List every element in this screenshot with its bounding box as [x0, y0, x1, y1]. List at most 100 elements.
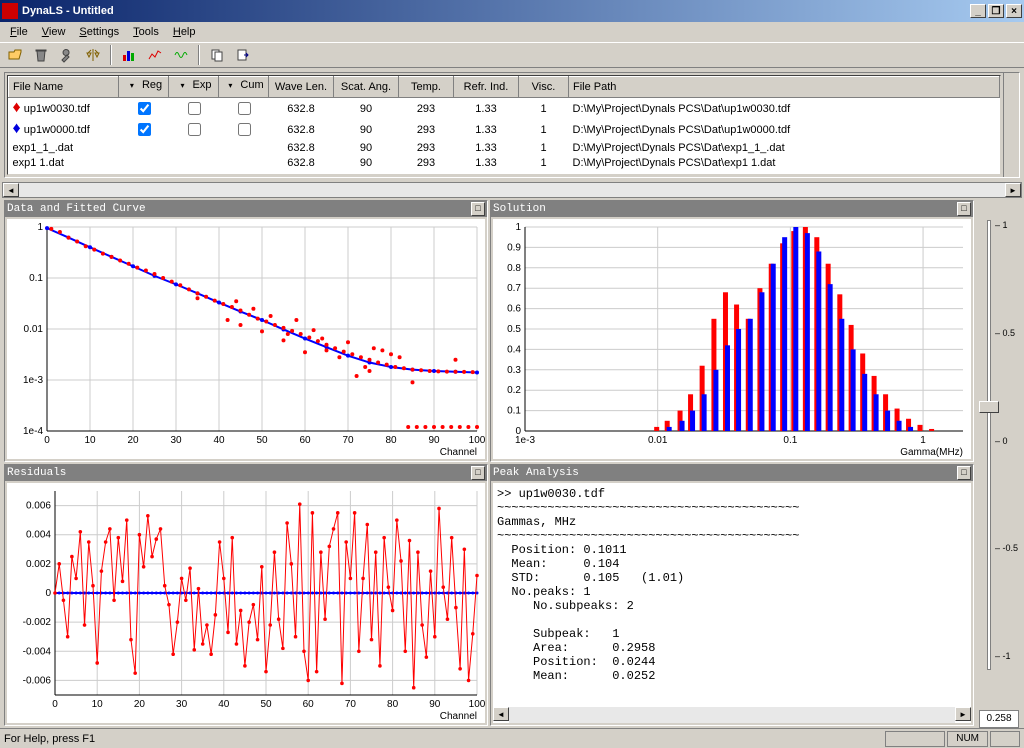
slider-value: 0.258	[979, 710, 1019, 728]
close-button[interactable]: ×	[1006, 4, 1022, 18]
app-icon	[2, 3, 18, 19]
svg-text:50: 50	[260, 699, 272, 710]
svg-text:40: 40	[213, 435, 225, 446]
svg-text:90: 90	[429, 699, 441, 710]
col-exp[interactable]: ▾ Exp	[169, 77, 219, 98]
chart-wave-icon[interactable]	[170, 44, 192, 66]
open-icon[interactable]	[4, 44, 26, 66]
slider-panel: – 1– 0.5– 0– -0.5– -1 0.258	[978, 200, 1020, 728]
maximize-icon[interactable]: □	[471, 466, 485, 480]
svg-text:10: 10	[84, 435, 96, 446]
col-wavelen[interactable]: Wave Len.	[269, 77, 334, 98]
peak-text: >> up1w0030.tdf ~~~~~~~~~~~~~~~~~~~~~~~~…	[493, 483, 971, 687]
svg-text:0: 0	[45, 588, 51, 599]
file-table[interactable]: File Name ▾ Reg ▾ Exp ▾ Cum Wave Len. Sc…	[8, 76, 1000, 170]
menu-tools[interactable]: Tools	[127, 24, 165, 40]
slider-thumb[interactable]	[979, 401, 999, 413]
menu-view[interactable]: View	[36, 24, 72, 40]
svg-text:20: 20	[134, 699, 146, 710]
svg-text:1e-3: 1e-3	[23, 375, 43, 386]
svg-text:0.5: 0.5	[507, 324, 521, 335]
statusbar: For Help, press F1 NUM	[0, 728, 1024, 748]
svg-text:Channel: Channel	[440, 711, 477, 722]
svg-text:0.3: 0.3	[507, 365, 521, 376]
svg-text:0.1: 0.1	[783, 435, 797, 446]
titlebar: DynaLS - Untitled _ ❐ ×	[0, 0, 1024, 22]
restore-button[interactable]: ❐	[988, 4, 1004, 18]
svg-text:30: 30	[170, 435, 182, 446]
svg-text:0.7: 0.7	[507, 283, 521, 294]
file-table-vscroll[interactable]	[1003, 73, 1019, 177]
svg-text:60: 60	[303, 699, 315, 710]
svg-text:100: 100	[469, 435, 485, 446]
svg-text:0.004: 0.004	[26, 530, 51, 541]
col-filepath[interactable]: File Path	[569, 77, 1000, 98]
peak-title: Peak Analysis	[493, 467, 957, 479]
peak-hscroll[interactable]: ◄►	[493, 707, 971, 723]
export-icon[interactable]	[232, 44, 254, 66]
svg-text:10: 10	[92, 699, 104, 710]
chart-line-icon[interactable]	[144, 44, 166, 66]
svg-text:70: 70	[345, 699, 357, 710]
svg-text:0.6: 0.6	[507, 304, 521, 315]
col-cum[interactable]: ▾ Cum	[219, 77, 269, 98]
fitted-panel: Data and Fitted Curve□ 01020304050607080…	[4, 200, 488, 462]
slider-scale[interactable]: – 1– 0.5– 0– -0.5– -1	[979, 220, 1019, 710]
minimize-button[interactable]: _	[970, 4, 986, 18]
svg-text:0.01: 0.01	[24, 324, 44, 335]
col-visc[interactable]: Visc.	[519, 77, 569, 98]
maximize-icon[interactable]: □	[471, 202, 485, 216]
svg-text:60: 60	[299, 435, 311, 446]
menu-settings[interactable]: Settings	[73, 24, 125, 40]
svg-text:0.4: 0.4	[507, 344, 521, 355]
delete-icon[interactable]	[30, 44, 52, 66]
svg-text:1e-4: 1e-4	[23, 426, 43, 437]
copy-icon[interactable]	[206, 44, 228, 66]
svg-text:90: 90	[428, 435, 440, 446]
col-refr[interactable]: Refr. Ind.	[454, 77, 519, 98]
svg-text:Gamma(MHz): Gamma(MHz)	[900, 447, 963, 458]
residuals-title: Residuals	[7, 467, 471, 479]
solution-panel: Solution□ 1e-30.010.1100.10.20.30.40.50.…	[490, 200, 974, 462]
svg-text:0.01: 0.01	[648, 435, 668, 446]
svg-text:-0.004: -0.004	[23, 646, 52, 657]
menubar: File View Settings Tools Help	[0, 22, 1024, 42]
svg-text:20: 20	[127, 435, 139, 446]
svg-text:1: 1	[37, 222, 43, 233]
svg-text:80: 80	[385, 435, 397, 446]
maximize-icon[interactable]: □	[957, 202, 971, 216]
table-row[interactable]: ♦ up1w0030.tdf 632.890293 1.331D:\My\Pro…	[9, 98, 1000, 120]
svg-text:0: 0	[52, 699, 58, 710]
svg-text:0.1: 0.1	[29, 273, 43, 284]
svg-text:30: 30	[176, 699, 188, 710]
svg-text:0.2: 0.2	[507, 385, 521, 396]
table-row[interactable]: exp1_1_.dat 632.890293 1.331D:\My\Projec…	[9, 140, 1000, 155]
svg-text:Channel: Channel	[440, 447, 477, 458]
svg-text:100: 100	[469, 699, 485, 710]
svg-text:0.002: 0.002	[26, 559, 51, 570]
menu-help[interactable]: Help	[167, 24, 202, 40]
col-temp[interactable]: Temp.	[399, 77, 454, 98]
col-filename[interactable]: File Name	[9, 77, 119, 98]
solution-title: Solution	[493, 203, 957, 215]
table-row[interactable]: ♦ up1w0000.tdf 632.890293 1.331D:\My\Pro…	[9, 119, 1000, 140]
chart-bars-icon[interactable]	[118, 44, 140, 66]
svg-text:0: 0	[44, 435, 50, 446]
file-table-hscroll[interactable]: ◄►	[2, 182, 1022, 198]
col-scatang[interactable]: Scat. Ang.	[334, 77, 399, 98]
svg-text:40: 40	[218, 699, 230, 710]
peak-panel: Peak Analysis□ >> up1w0030.tdf ~~~~~~~~~…	[490, 464, 974, 726]
svg-text:0.006: 0.006	[26, 501, 51, 512]
maximize-icon[interactable]: □	[957, 466, 971, 480]
svg-text:-0.006: -0.006	[23, 675, 52, 686]
col-reg[interactable]: ▾ Reg	[119, 77, 169, 98]
balance-icon[interactable]	[82, 44, 104, 66]
residuals-plot[interactable]: 0102030405060708090100-0.006-0.004-0.002…	[7, 483, 485, 723]
solution-plot[interactable]: 1e-30.010.1100.10.20.30.40.50.60.70.80.9…	[493, 219, 971, 459]
table-row[interactable]: exp1 1.dat 632.890293 1.331D:\My\Project…	[9, 155, 1000, 170]
fitted-plot[interactable]: 01020304050607080901001e-41e-30.010.11Ch…	[7, 219, 485, 459]
svg-text:80: 80	[387, 699, 399, 710]
tools-icon[interactable]	[56, 44, 78, 66]
menu-file[interactable]: File	[4, 24, 34, 40]
svg-text:0.9: 0.9	[507, 242, 521, 253]
